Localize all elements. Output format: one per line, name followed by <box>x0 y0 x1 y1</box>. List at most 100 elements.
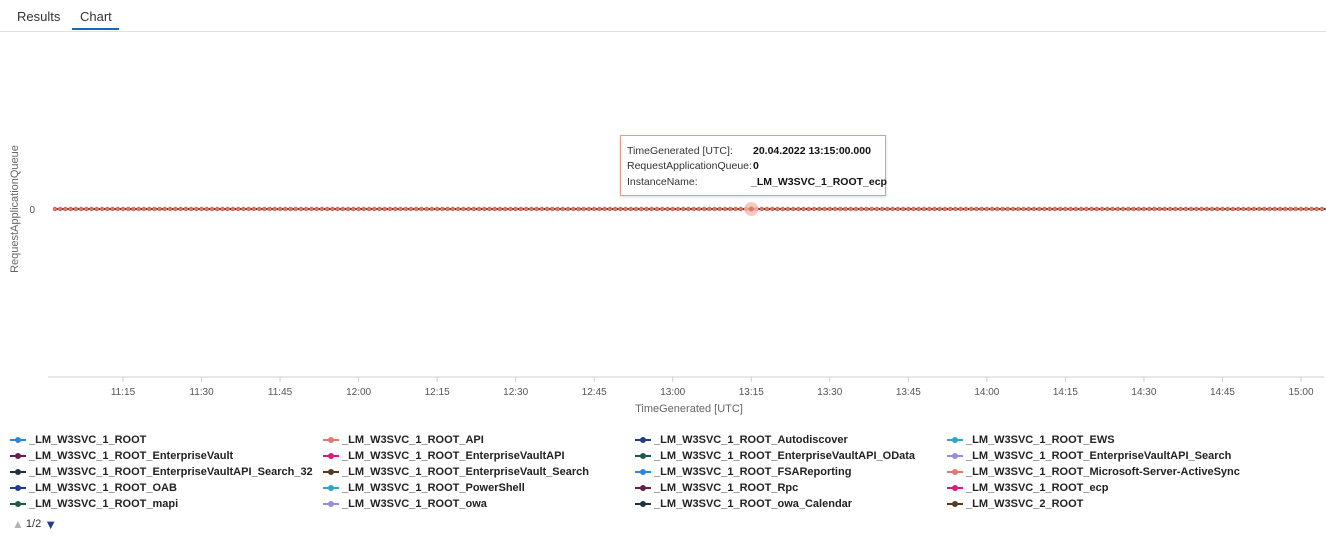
data-point[interactable] <box>832 206 838 212</box>
data-point[interactable] <box>817 206 822 212</box>
data-point[interactable] <box>670 206 675 212</box>
data-point[interactable] <box>843 206 848 212</box>
legend-item[interactable]: _LM_W3SVC_2_ROOT <box>947 496 1083 512</box>
data-point[interactable] <box>345 206 351 212</box>
data-point[interactable] <box>78 206 84 212</box>
data-point[interactable] <box>775 206 780 212</box>
data-point[interactable] <box>555 206 560 212</box>
data-point[interactable] <box>838 206 843 212</box>
data-point[interactable] <box>1084 206 1089 212</box>
legend-item[interactable]: _LM_W3SVC_1_ROOT_EnterpriseVaultAPI_ODat… <box>635 448 915 464</box>
data-point[interactable] <box>1293 206 1298 212</box>
data-point[interactable] <box>1052 206 1058 212</box>
data-point[interactable] <box>1000 206 1005 212</box>
legend-item[interactable]: _LM_W3SVC_1_ROOT_FSAReporting <box>635 464 851 480</box>
data-point[interactable] <box>848 206 853 212</box>
data-point[interactable] <box>879 206 885 212</box>
data-point[interactable] <box>68 206 73 212</box>
data-point[interactable] <box>1167 206 1173 212</box>
data-point[interactable] <box>1094 206 1100 212</box>
triangle-down-icon[interactable]: ▼ <box>44 517 57 532</box>
data-point[interactable] <box>759 206 764 212</box>
data-point[interactable] <box>927 206 932 212</box>
data-point[interactable] <box>717 206 723 212</box>
legend-item[interactable]: _LM_W3SVC_1_ROOT_Autodiscover <box>635 432 848 448</box>
legend-item[interactable]: _LM_W3SVC_1_ROOT_owa_Calendar <box>635 496 852 512</box>
data-point[interactable] <box>571 206 576 212</box>
data-point[interactable] <box>942 206 948 212</box>
data-point[interactable] <box>989 206 995 212</box>
data-point[interactable] <box>581 206 586 212</box>
data-point[interactable] <box>1204 206 1209 212</box>
data-point[interactable] <box>183 206 189 212</box>
data-point[interactable] <box>314 206 319 212</box>
data-point[interactable] <box>398 206 403 212</box>
data-point[interactable] <box>1230 206 1236 212</box>
data-point[interactable] <box>131 206 136 212</box>
data-point[interactable] <box>57 206 63 212</box>
legend-item[interactable]: _LM_W3SVC_1_ROOT_owa <box>323 496 487 512</box>
data-point[interactable] <box>1031 206 1037 212</box>
data-point[interactable] <box>1277 206 1283 212</box>
data-point[interactable] <box>246 206 251 212</box>
data-point[interactable] <box>351 206 356 212</box>
data-point[interactable] <box>63 206 68 212</box>
data-point[interactable] <box>194 206 199 212</box>
data-point[interactable] <box>372 206 377 212</box>
triangle-up-icon[interactable]: ▲ <box>12 517 24 531</box>
data-point[interactable] <box>408 206 414 212</box>
data-point[interactable] <box>644 206 649 212</box>
data-point[interactable] <box>1309 206 1314 212</box>
data-point[interactable] <box>1298 206 1304 212</box>
data-point[interactable] <box>995 206 1000 212</box>
data-point[interactable] <box>686 206 691 212</box>
data-point[interactable] <box>309 206 314 212</box>
data-point[interactable] <box>1241 206 1246 212</box>
data-point[interactable] <box>796 206 801 212</box>
data-point[interactable] <box>209 206 215 212</box>
data-point[interactable] <box>1209 206 1215 212</box>
data-point[interactable] <box>1225 206 1230 212</box>
data-point[interactable] <box>1047 206 1052 212</box>
legend-item[interactable]: _LM_W3SVC_1_ROOT_Rpc <box>635 480 798 496</box>
data-point[interactable] <box>1042 206 1047 212</box>
data-point[interactable] <box>1246 206 1251 212</box>
data-point[interactable] <box>167 206 173 212</box>
data-point[interactable] <box>136 206 141 212</box>
data-point[interactable] <box>953 206 958 212</box>
data-point[interactable] <box>482 206 487 212</box>
data-point[interactable] <box>1010 206 1016 212</box>
data-point[interactable] <box>1063 206 1068 212</box>
data-point[interactable] <box>455 206 461 212</box>
data-point[interactable] <box>932 206 937 212</box>
data-point[interactable] <box>534 206 539 212</box>
data-point[interactable] <box>1016 206 1021 212</box>
data-point[interactable] <box>476 206 482 212</box>
data-point[interactable] <box>178 206 183 212</box>
data-point[interactable] <box>529 206 534 212</box>
data-point[interactable] <box>277 206 283 212</box>
data-point[interactable] <box>382 206 387 212</box>
data-point[interactable] <box>968 206 974 212</box>
data-point[interactable] <box>890 206 895 212</box>
data-point[interactable] <box>853 206 859 212</box>
data-point[interactable] <box>1183 206 1189 212</box>
data-point[interactable] <box>356 206 361 212</box>
data-point[interactable] <box>681 206 686 212</box>
data-point[interactable] <box>586 206 592 212</box>
data-point[interactable] <box>502 206 508 212</box>
data-point[interactable] <box>471 206 476 212</box>
data-point[interactable] <box>52 206 58 212</box>
data-point[interactable] <box>979 206 984 212</box>
data-point[interactable] <box>728 206 733 212</box>
data-point[interactable] <box>1267 206 1272 212</box>
data-point[interactable] <box>696 206 702 212</box>
data-point[interactable] <box>204 206 209 212</box>
data-point[interactable] <box>319 206 325 212</box>
data-point[interactable] <box>633 206 639 212</box>
data-point[interactable] <box>612 206 618 212</box>
data-point[interactable] <box>1256 206 1262 212</box>
data-point[interactable] <box>707 206 712 212</box>
data-point[interactable] <box>225 206 230 212</box>
data-point[interactable] <box>492 206 497 212</box>
